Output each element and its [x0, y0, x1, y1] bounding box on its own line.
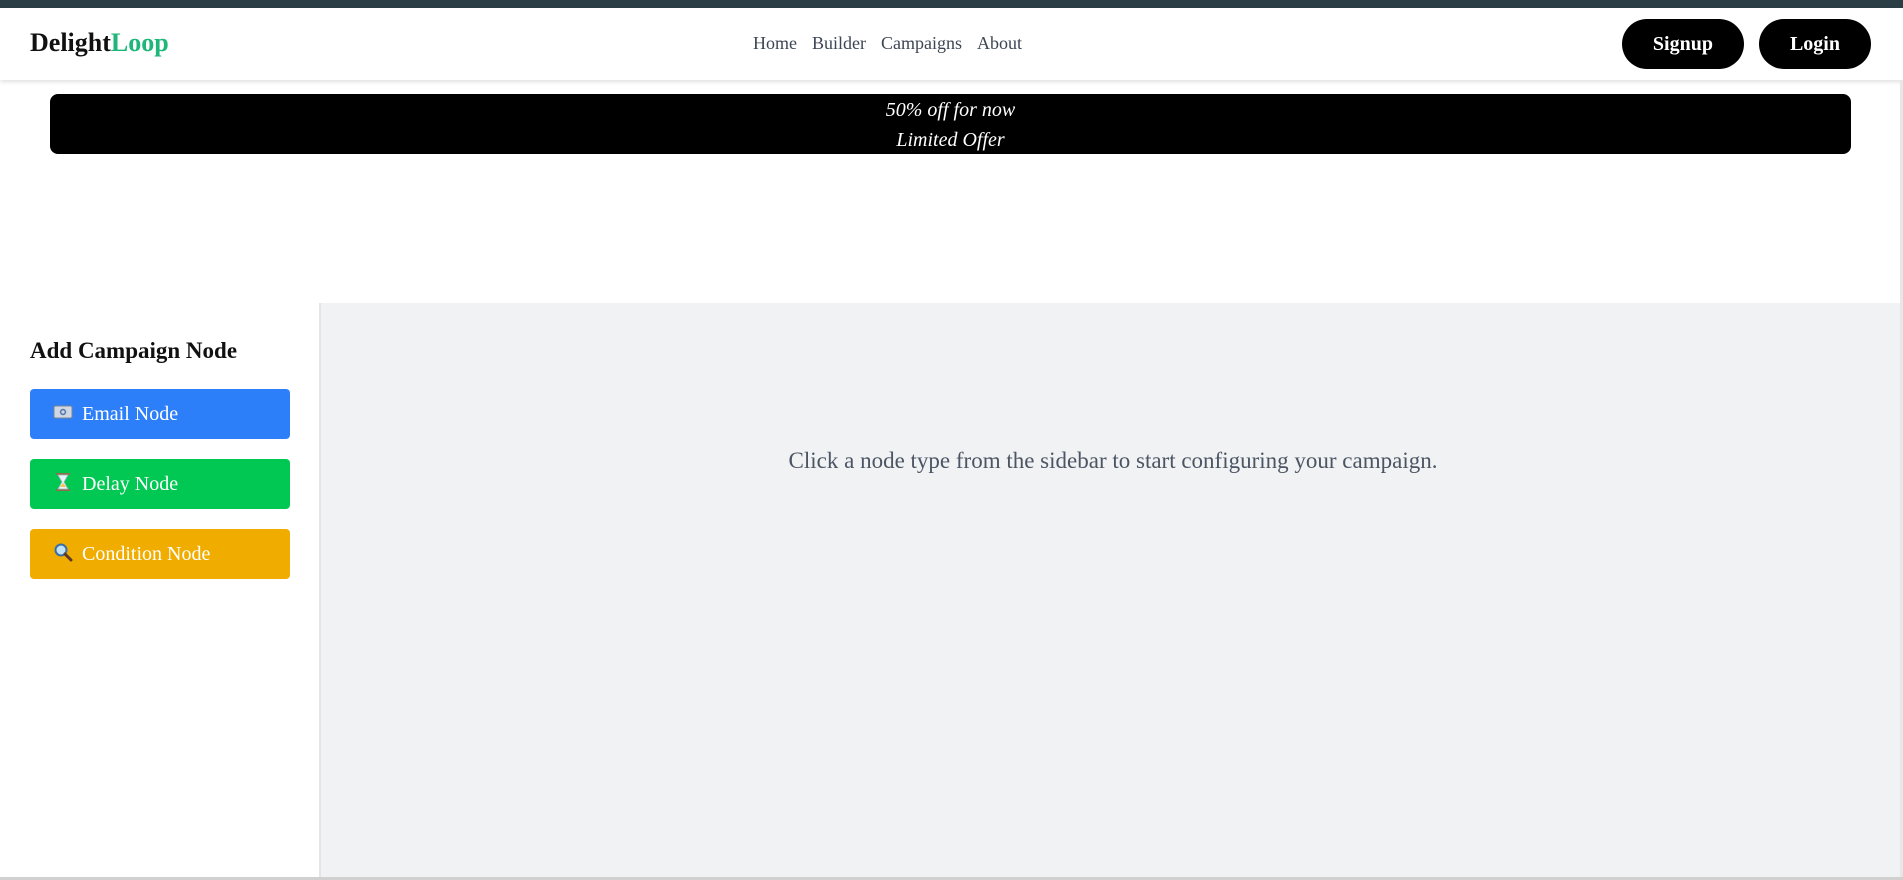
magnifier-icon [52, 542, 74, 567]
email-node-label: Email Node [82, 402, 179, 425]
nav-link-home[interactable]: Home [753, 33, 797, 54]
sidebar-title: Add Campaign Node [30, 338, 238, 363]
offer-banner: 50% off for now Limited Offer [50, 94, 1851, 154]
canvas-area[interactable]: Click a node type from the sidebar to st… [319, 303, 1903, 880]
login-button[interactable]: Login [1758, 19, 1871, 69]
email-node-button[interactable]: Email Node [30, 389, 290, 439]
navbar: DelightLoop Home Builder Campaigns About… [0, 8, 1903, 80]
offer-line2: Limited Offer [896, 129, 1005, 151]
condition-node-label: Condition Node [82, 542, 211, 565]
delay-node-label: Delay Node [82, 472, 179, 495]
nav-link-builder[interactable]: Builder [812, 33, 866, 54]
nav-link-about[interactable]: About [977, 33, 1022, 54]
signup-button[interactable]: Signup [1621, 19, 1744, 69]
canvas-hint: Click a node type from the sidebar to st… [788, 448, 1438, 473]
brand-logo[interactable]: DelightLoop [30, 28, 169, 58]
auth-buttons: Signup Login [1621, 19, 1871, 69]
sidebar: Add Campaign Node Email Node Delay Node [0, 303, 319, 880]
brand-part1: Delight [30, 28, 111, 57]
nav-link-campaigns[interactable]: Campaigns [881, 33, 962, 54]
delay-node-button[interactable]: Delay Node [30, 459, 290, 509]
nav-links: Home Builder Campaigns About [753, 33, 1022, 54]
hourglass-icon [52, 472, 74, 497]
offer-line1: 50% off for now [885, 99, 1016, 121]
brand-part2: Loop [110, 28, 169, 57]
email-icon [52, 404, 74, 425]
top-accent-strip [0, 0, 1903, 8]
condition-node-button[interactable]: Condition Node [30, 529, 290, 579]
